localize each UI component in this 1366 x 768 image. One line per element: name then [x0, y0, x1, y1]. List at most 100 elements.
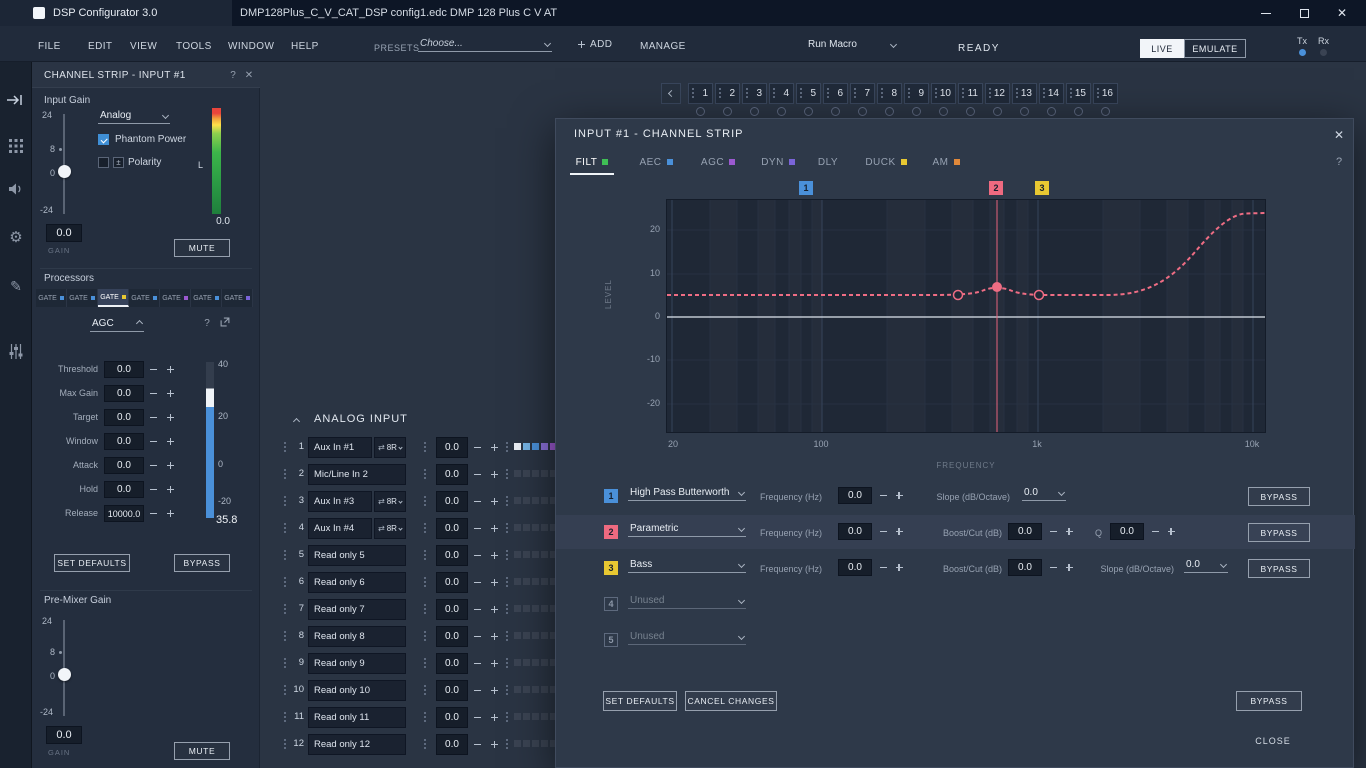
- processor-slot-tab[interactable]: GATE: [222, 289, 253, 307]
- drag-handle-icon[interactable]: [506, 712, 508, 723]
- decrement-button[interactable]: [470, 734, 485, 755]
- menu-view[interactable]: VIEW: [130, 41, 157, 52]
- increment-button[interactable]: [487, 680, 502, 701]
- live-button[interactable]: LIVE: [1140, 39, 1184, 58]
- q-value[interactable]: 0.0: [1110, 523, 1144, 540]
- processor-slot-tab[interactable]: GATE: [129, 289, 160, 307]
- drag-handle-icon[interactable]: [506, 550, 508, 561]
- row-gain-value[interactable]: 0.0: [436, 653, 468, 674]
- filter-type-select[interactable]: Unused: [628, 595, 746, 609]
- channel-name-input[interactable]: Read only 11: [308, 707, 406, 728]
- drag-handle-icon[interactable]: [506, 685, 508, 696]
- polarity-checkbox[interactable]: ± Polarity: [98, 157, 161, 168]
- channel-name-input[interactable]: Read only 6: [308, 572, 406, 593]
- channel-tab-9[interactable]: 9: [904, 83, 929, 104]
- frequency-value[interactable]: 0.0: [838, 559, 872, 576]
- drag-handle-icon[interactable]: [424, 739, 426, 750]
- drag-handle-icon[interactable]: [506, 442, 508, 453]
- drag-handle-icon[interactable]: [424, 523, 426, 534]
- slope-select[interactable]: 0.0: [1022, 487, 1066, 501]
- increment-button[interactable]: [1062, 523, 1076, 540]
- drag-handle-icon[interactable]: [506, 739, 508, 750]
- decrement-button[interactable]: [1046, 523, 1060, 540]
- signal-chain-icon[interactable]: [0, 86, 32, 114]
- drag-handle-icon[interactable]: [506, 577, 508, 588]
- drag-handle-icon[interactable]: [424, 685, 426, 696]
- drag-handle-icon[interactable]: [424, 712, 426, 723]
- drag-handle-icon[interactable]: [424, 469, 426, 480]
- decrement-button[interactable]: [1148, 523, 1162, 540]
- phantom-power-checkbox[interactable]: Phantom Power: [98, 134, 186, 145]
- modal-close-icon[interactable]: ✕: [1328, 124, 1350, 146]
- drag-handle-icon[interactable]: [284, 658, 286, 669]
- modal-bypass-button[interactable]: BYPASS: [1236, 691, 1302, 711]
- boost-cut-value[interactable]: 0.0: [1008, 523, 1042, 540]
- decrement-button[interactable]: [470, 518, 485, 539]
- param-value[interactable]: 10000.0: [104, 505, 144, 522]
- channel-tab-15[interactable]: 15: [1066, 83, 1091, 104]
- row-gain-value[interactable]: 0.0: [436, 545, 468, 566]
- channel-tab-8[interactable]: 8: [877, 83, 902, 104]
- input-gain-slider-thumb[interactable]: [58, 165, 71, 178]
- increment-button[interactable]: [163, 385, 178, 402]
- channel-name-input[interactable]: Mic/Line In 2: [308, 464, 406, 485]
- increment-button[interactable]: [163, 481, 178, 498]
- increment-button[interactable]: [487, 464, 502, 485]
- drag-handle-icon[interactable]: [284, 685, 286, 696]
- pre-mixer-slider-thumb[interactable]: [58, 668, 71, 681]
- increment-button[interactable]: [487, 572, 502, 593]
- row-gain-value[interactable]: 0.0: [436, 707, 468, 728]
- row-gain-value[interactable]: 0.0: [436, 599, 468, 620]
- decrement-button[interactable]: [876, 559, 890, 576]
- decrement-button[interactable]: [470, 680, 485, 701]
- input-source-select[interactable]: Analog: [98, 110, 170, 124]
- drag-handle-icon[interactable]: [284, 496, 286, 507]
- increment-button[interactable]: [1164, 523, 1178, 540]
- drag-handle-icon[interactable]: [424, 631, 426, 642]
- decrement-button[interactable]: [470, 464, 485, 485]
- close-window-button[interactable]: ✕: [1324, 0, 1360, 26]
- channel-name-input[interactable]: Read only 8: [308, 626, 406, 647]
- modal-cancel-changes-button[interactable]: CANCEL CHANGES: [685, 691, 777, 711]
- tab-aec[interactable]: AEC: [630, 149, 682, 175]
- row-gain-value[interactable]: 0.0: [436, 437, 468, 458]
- processor-slot-tab[interactable]: GATE: [160, 289, 191, 307]
- popout-icon[interactable]: [220, 317, 230, 327]
- drag-handle-icon[interactable]: [284, 604, 286, 615]
- decrement-button[interactable]: [470, 545, 485, 566]
- row-gain-value[interactable]: 0.0: [436, 626, 468, 647]
- filter-marker-2[interactable]: 2: [989, 181, 1003, 195]
- channel-tab-16[interactable]: 16: [1093, 83, 1118, 104]
- tab-dyn[interactable]: DYN: [754, 149, 802, 175]
- drag-handle-icon[interactable]: [424, 496, 426, 507]
- tabs-back-button[interactable]: [661, 83, 681, 104]
- pre-mixer-gain-value[interactable]: 0.0: [46, 726, 82, 744]
- frequency-value[interactable]: 0.0: [838, 487, 872, 504]
- processor-slot-tab-active[interactable]: GATE: [98, 289, 129, 307]
- channel-name-input[interactable]: Read only 5: [308, 545, 406, 566]
- processor-slot-tab[interactable]: GATE: [191, 289, 222, 307]
- channel-name-input[interactable]: Aux In #1: [308, 437, 372, 458]
- speaker-icon[interactable]: [0, 175, 32, 203]
- decrement-button[interactable]: [876, 487, 890, 504]
- increment-button[interactable]: [163, 361, 178, 378]
- edit-icon[interactable]: ✎: [0, 272, 32, 300]
- channel-name-input[interactable]: Read only 9: [308, 653, 406, 674]
- drag-handle-icon[interactable]: [424, 550, 426, 561]
- increment-button[interactable]: [163, 457, 178, 474]
- channel-tab-7[interactable]: 7: [850, 83, 875, 104]
- drag-handle-icon[interactable]: [284, 469, 286, 480]
- row-gain-value[interactable]: 0.0: [436, 464, 468, 485]
- channel-tab-6[interactable]: 6: [823, 83, 848, 104]
- increment-button[interactable]: [487, 626, 502, 647]
- slope-select[interactable]: 0.0: [1184, 559, 1228, 573]
- increment-button[interactable]: [892, 559, 906, 576]
- increment-button[interactable]: [163, 409, 178, 426]
- matrix-mixer-icon[interactable]: [0, 132, 32, 160]
- channel-tab-3[interactable]: 3: [742, 83, 767, 104]
- route-select[interactable]: ⇄ 8R: [374, 491, 406, 512]
- param-value[interactable]: 0.0: [104, 433, 144, 450]
- help-icon[interactable]: ?: [1330, 153, 1348, 171]
- drag-handle-icon[interactable]: [506, 496, 508, 507]
- menu-edit[interactable]: EDIT: [88, 41, 112, 52]
